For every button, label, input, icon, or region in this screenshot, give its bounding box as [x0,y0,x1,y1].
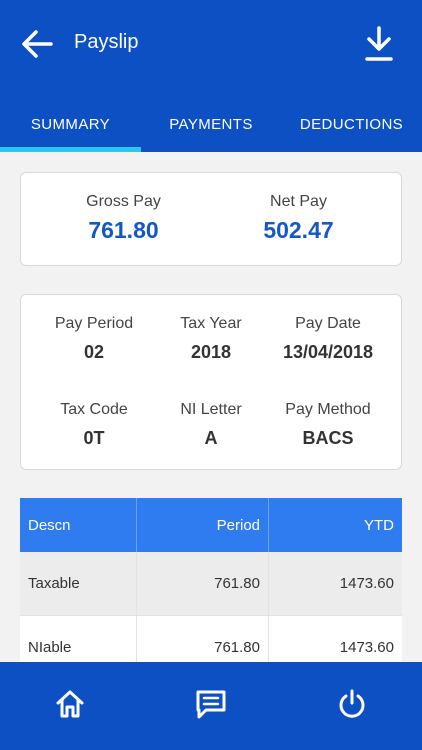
home-icon [56,690,84,718]
row-descn: NIable [28,639,72,656]
message-icon [196,690,226,719]
pay-period: Pay Period 02 [35,315,153,364]
tax-code-label: Tax Code [60,401,128,418]
download-button[interactable] [360,24,398,64]
ni-letter-value: A [204,428,218,448]
pay-date-value: 13/04/2018 [282,342,374,362]
pay-method: Pay Method BACS [269,401,387,450]
pay-summary-card: Gross Pay 761.80 Net Pay 502.47 [20,172,402,266]
row-ytd: 1473.60 [268,616,402,662]
table-row: Taxable 761.80 1473.60 [20,552,402,616]
pay-date: Pay Date 13/04/2018 [269,315,387,364]
row-ytd: 1473.60 [268,552,402,615]
row-period: 761.80 [136,552,268,615]
gross-pay-label: Gross Pay [86,193,161,210]
pay-method-label: Pay Method [285,401,371,418]
tax-year-value: 2018 [190,342,232,362]
net-pay-value: 502.47 [263,217,334,243]
row-descn: Taxable [28,575,80,592]
app-header: Payslip SUMMARY PAYMENTS DEDUCTIONS [0,0,422,152]
tab-payments[interactable]: PAYMENTS [141,96,281,152]
power-icon [339,689,365,718]
table-row: NIable 761.80 1473.60 [20,616,402,662]
pay-period-value: 02 [83,342,105,362]
pay-method-value: BACS [302,428,354,448]
pay-details-card: Pay Period 02 Tax Year 2018 Pay Date 13/… [20,294,402,470]
column-header-descn: Descn [28,516,71,534]
summary-content[interactable]: Gross Pay 761.80 Net Pay 502.47 Pay Peri… [0,152,422,662]
pay-table: Descn Period YTD Taxable 761.80 1473.60 … [20,498,402,662]
tax-code: Tax Code 0T [35,401,153,450]
ni-letter: NI Letter A [152,401,270,450]
column-header-ytd: YTD [268,498,402,552]
tab-bar: SUMMARY PAYMENTS DEDUCTIONS [0,96,422,152]
net-pay: Net Pay 502.47 [226,193,371,244]
home-button[interactable] [50,684,90,724]
table-header: Descn Period YTD [20,498,402,552]
gross-pay-value: 761.80 [88,217,159,243]
tab-deductions[interactable]: DEDUCTIONS [281,96,422,152]
top-bar: Payslip [0,0,422,88]
download-icon [365,26,393,61]
tax-year: Tax Year 2018 [152,315,270,364]
page-title: Payslip [74,31,139,53]
pay-period-label: Pay Period [54,315,134,332]
gross-pay: Gross Pay 761.80 [51,193,196,244]
bottom-navigation [0,662,422,750]
tax-code-value: 0T [83,428,105,448]
messages-button[interactable] [191,684,231,724]
ni-letter-label: NI Letter [180,401,242,418]
arrow-left-icon [22,30,53,58]
column-header-period: Period [136,498,268,552]
net-pay-label: Net Pay [270,193,327,210]
tab-summary[interactable]: SUMMARY [0,96,141,152]
logout-button[interactable] [332,684,372,724]
pay-date-label: Pay Date [295,315,361,332]
tax-year-label: Tax Year [180,315,242,332]
row-period: 761.80 [136,616,268,662]
back-button[interactable] [18,26,56,62]
